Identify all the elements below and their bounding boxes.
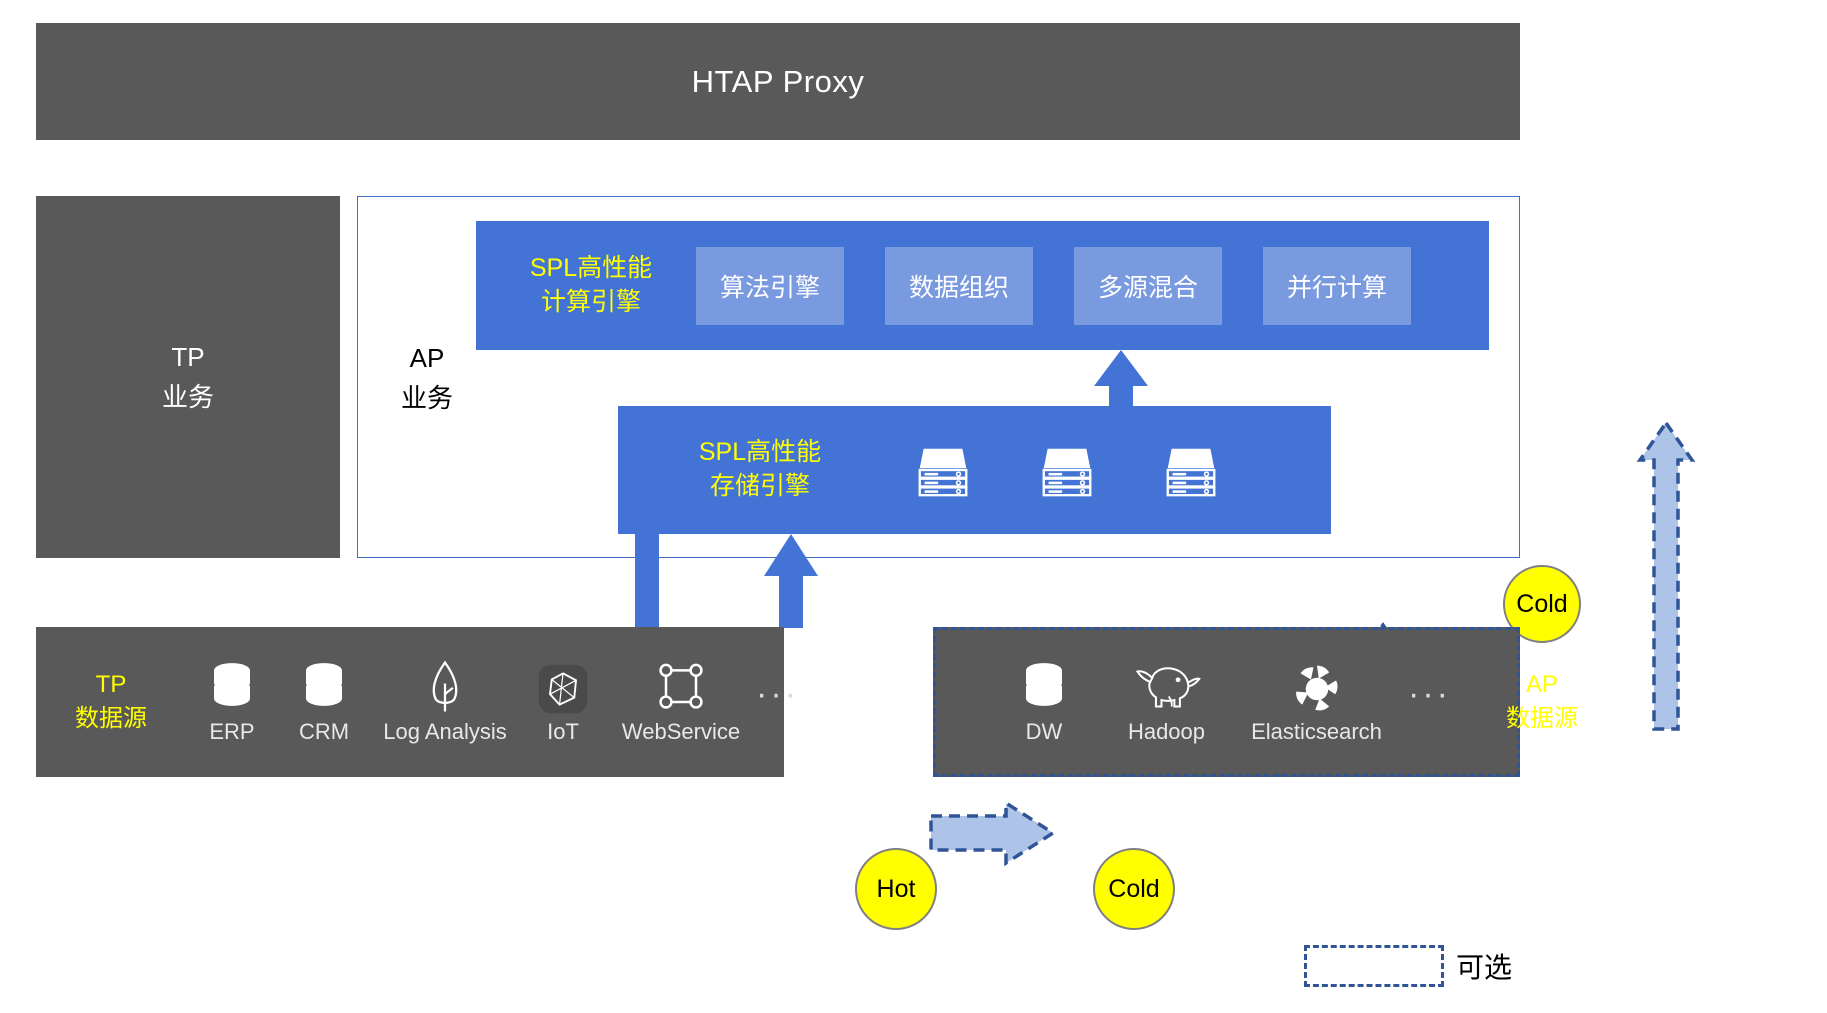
datasource-label-crm: CRM [298,719,350,744]
leaf-icon [370,659,520,715]
compute-engine-title-line2: 计算引擎 [540,287,641,316]
datasource-item-dw[interactable]: DW [984,659,1104,745]
datasource-label-dw: DW [1025,719,1063,744]
legend-optional-swatch [1304,945,1444,987]
datasource-item-crm[interactable]: CRM [278,659,370,745]
tp-datasource-title: TP 数据源 [36,668,186,735]
datasource-label-elasticsearch: Elasticsearch [1251,719,1382,744]
hadoop-elephant-icon [1104,659,1229,715]
spl-storage-engine-box: SPL高性能 存储引擎 [618,406,1331,534]
database-icon [186,659,278,715]
datasource-label-iot: IoT [547,719,579,744]
datasource-label-webservice: WebService [621,719,741,744]
server-icon [1036,439,1098,501]
iot-polygon-icon [520,659,606,715]
datasource-item-webservice[interactable]: WebService [606,659,756,745]
ap-business-line2: 业务 [400,383,453,414]
arrow-ap-datasource-to-compute-engine-optional [1636,419,1696,731]
hot-badge: Hot [855,848,937,930]
datasource-label-log-analysis: Log Analysis [383,719,507,744]
ap-cold-badge: Cold [1093,848,1175,930]
feature-chip-data-organization[interactable]: 数据组织 [885,246,1033,325]
tp-datasource-ellipsis: ··· [756,675,799,713]
datasource-label-hadoop: Hadoop [1127,719,1206,744]
arrow-tp-to-storage-engine [764,534,818,628]
ap-datasource-title-line2: 数据源 [1505,705,1578,732]
tp-business-box: TP 业务 [36,196,340,558]
server-icon [1160,439,1222,501]
datasource-item-iot[interactable]: IoT [520,659,606,745]
tp-datasource-title-line2: 数据源 [75,705,147,732]
compute-engine-title: SPL高性能 计算引擎 [486,252,696,320]
tp-business-line2: 业务 [161,382,214,412]
ap-datasource-ellipsis: ··· [1408,675,1451,713]
compute-engine-title-line1: SPL高性能 [529,253,653,282]
feature-chip-parallel-compute[interactable]: 并行计算 [1263,246,1411,325]
ap-business-label: AP 业务 [372,338,482,419]
ap-datasource-title: AP 数据源 [1467,668,1617,735]
diagram-canvas: HTAP Proxy TP 业务 AP 业务 SPL高性能 计算引擎 算法引擎 … [0,0,1827,1013]
legend-optional-label: 可选 [1456,952,1513,983]
feature-chip-algorithm[interactable]: 算法引擎 [696,246,844,325]
arrow-hot-to-cold-optional [929,799,1057,867]
feature-chip-multi-source[interactable]: 多源混合 [1074,246,1222,325]
ap-business-line1: AP [409,343,445,373]
arrow-storage-to-compute-engine [1094,350,1148,420]
datasource-item-log-analysis[interactable]: Log Analysis [370,659,520,745]
tp-datasource-bar: TP 数据源 ERP CRM Log Analysis IoT WebServi… [36,627,796,777]
htap-proxy-bar: HTAP Proxy [36,23,1520,140]
database-icon [984,659,1104,715]
tp-datasource-title-line1: TP [95,671,127,699]
storage-engine-title-line1: SPL高性能 [698,438,822,467]
storage-engine-title: SPL高性能 存储引擎 [670,436,850,504]
database-icon [278,659,370,715]
datasource-item-erp[interactable]: ERP [186,659,278,745]
storage-engine-title-line2: 存储引擎 [709,472,810,500]
htap-proxy-title: HTAP Proxy [691,63,865,99]
server-icon [912,439,974,501]
tp-business-line1: TP [171,341,205,372]
webservice-nodes-icon [606,659,756,715]
datasource-item-hadoop[interactable]: Hadoop [1104,659,1229,745]
ap-datasource-title-line1: AP [1525,671,1558,699]
elasticsearch-icon [1229,659,1404,715]
ap-datasource-bar: DW Hadoop Elasticsearch ··· AP 数据源 [933,627,1578,777]
datasource-label-erp: ERP [209,719,255,744]
spl-compute-engine-box: SPL高性能 计算引擎 算法引擎 数据组织 多源混合 并行计算 [476,221,1489,350]
arrow-tp-to-compute-engine [620,428,674,628]
datasource-item-elasticsearch[interactable]: Elasticsearch [1229,659,1404,745]
